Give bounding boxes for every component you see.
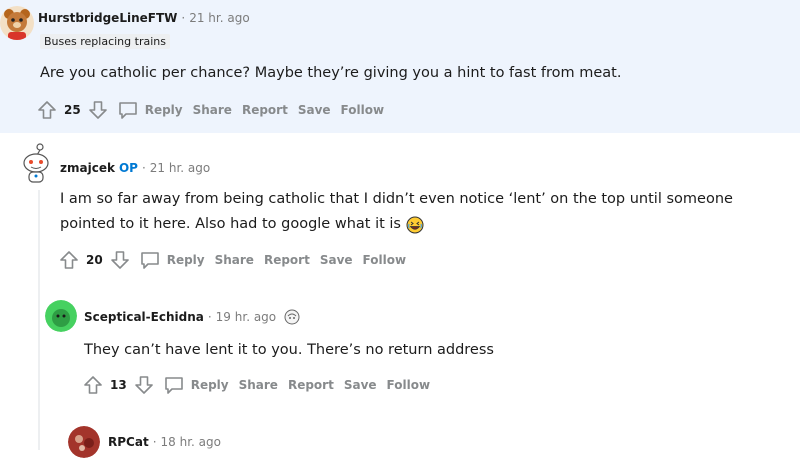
author-name[interactable]: HurstbridgeLineFTW bbox=[38, 11, 177, 25]
comment-actions: 13 Reply Share Report Save Follow bbox=[82, 374, 430, 396]
comment-rpcat: RPCat · 18 hr. ago bbox=[0, 420, 800, 458]
comment-body: Are you catholic per chance? Maybe they’… bbox=[40, 65, 622, 81]
rpcat-avatar-icon bbox=[68, 426, 100, 458]
comment-body-line: I am so far away from being catholic tha… bbox=[60, 191, 733, 207]
author-name[interactable]: zmajcek bbox=[60, 161, 115, 175]
comment-meta: HurstbridgeLineFTW · 21 hr. ago bbox=[38, 11, 250, 25]
comment-meta: zmajcek OP · 21 hr. ago bbox=[60, 161, 211, 175]
comment-meta: Sceptical-Echidna · 19 hr. ago bbox=[84, 310, 277, 324]
upvote-icon[interactable] bbox=[58, 249, 80, 271]
vote-controls: 20 bbox=[58, 249, 131, 271]
user-flair: Buses replacing trains bbox=[40, 34, 170, 49]
reply-button[interactable]: Reply bbox=[163, 375, 229, 395]
comment-body-line: pointed to it here. Also had to google w… bbox=[60, 212, 733, 237]
reply-button[interactable]: Reply bbox=[117, 100, 183, 120]
bear-avatar-icon bbox=[4, 9, 30, 40]
save-button[interactable]: Save bbox=[344, 378, 377, 392]
report-button[interactable]: Report bbox=[264, 253, 310, 267]
op-badge: OP bbox=[118, 161, 138, 175]
vote-controls: 25 bbox=[36, 99, 109, 121]
avatar[interactable] bbox=[0, 6, 34, 40]
vote-controls: 13 bbox=[82, 374, 155, 396]
vote-count: 13 bbox=[110, 378, 127, 392]
vote-count: 20 bbox=[86, 253, 103, 267]
award-icon[interactable] bbox=[282, 308, 302, 326]
follow-button[interactable]: Follow bbox=[363, 253, 407, 267]
report-button[interactable]: Report bbox=[242, 103, 288, 117]
timestamp[interactable]: 18 hr. ago bbox=[161, 435, 221, 449]
follow-button[interactable]: Follow bbox=[341, 103, 385, 117]
author-name[interactable]: RPCat bbox=[108, 435, 149, 449]
save-button[interactable]: Save bbox=[298, 103, 331, 117]
comment-bubble-icon bbox=[118, 102, 137, 119]
snoo-avatar-icon bbox=[23, 143, 49, 183]
upvote-icon[interactable] bbox=[82, 374, 104, 396]
avatar[interactable] bbox=[68, 426, 100, 458]
comment-body: I am so far away from being catholic tha… bbox=[60, 187, 733, 237]
comment-bubble-icon bbox=[140, 252, 159, 269]
comment-actions: 20 Reply Share Report Save Follow bbox=[58, 249, 406, 271]
share-button[interactable]: Share bbox=[239, 378, 278, 392]
save-button[interactable]: Save bbox=[320, 253, 353, 267]
vote-count: 25 bbox=[64, 103, 81, 117]
comment-hurstbridgelineftw: HurstbridgeLineFTW · 21 hr. ago Buses repl… bbox=[0, 0, 800, 133]
author-name[interactable]: Sceptical-Echidna bbox=[84, 310, 204, 324]
laughing-emoji-icon bbox=[406, 216, 424, 233]
timestamp[interactable]: 21 hr. ago bbox=[150, 161, 210, 175]
follow-button[interactable]: Follow bbox=[387, 378, 431, 392]
comment-bubble-icon bbox=[164, 377, 183, 394]
upvote-icon[interactable] bbox=[36, 99, 58, 121]
comment-zmajcek: zmajcek OP · 21 hr. ago I am so far away fr… bbox=[0, 133, 800, 283]
share-button[interactable]: Share bbox=[193, 103, 232, 117]
share-button[interactable]: Share bbox=[215, 253, 254, 267]
downvote-icon[interactable] bbox=[109, 249, 131, 271]
downvote-icon[interactable] bbox=[133, 374, 155, 396]
timestamp[interactable]: 21 hr. ago bbox=[189, 11, 249, 25]
green-avatar-icon bbox=[45, 300, 77, 332]
reply-button[interactable]: Reply bbox=[139, 250, 205, 270]
comment-meta: RPCat · 18 hr. ago bbox=[108, 435, 221, 449]
comment-body: They can’t have lent it to you. There’s … bbox=[84, 342, 494, 358]
comment-actions: 25 Reply Share Report Save Follow bbox=[36, 99, 384, 121]
downvote-icon[interactable] bbox=[87, 99, 109, 121]
timestamp[interactable]: 19 hr. ago bbox=[216, 310, 276, 324]
comment-sceptical-echidna: Sceptical-Echidna · 19 hr. ago They can’t … bbox=[0, 290, 800, 410]
report-button[interactable]: Report bbox=[288, 378, 334, 392]
avatar[interactable] bbox=[20, 143, 52, 183]
avatar[interactable] bbox=[45, 300, 77, 332]
